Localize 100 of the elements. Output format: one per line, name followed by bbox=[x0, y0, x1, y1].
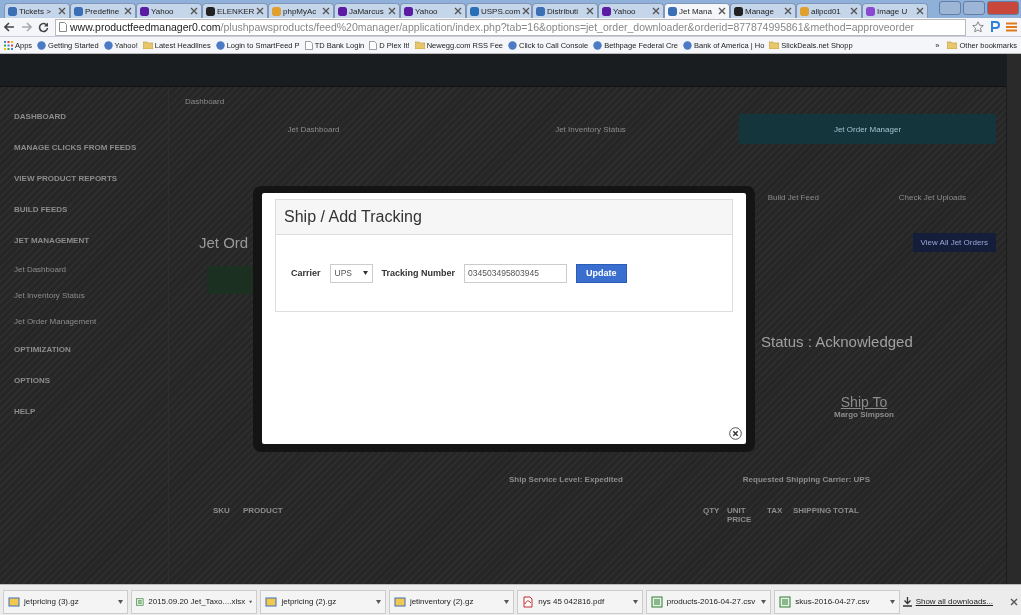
dashboard-tile[interactable]: Jet Order Manager bbox=[739, 114, 996, 144]
caret-icon[interactable] bbox=[375, 599, 381, 604]
caret-icon[interactable] bbox=[118, 599, 124, 604]
download-item[interactable]: skus-2016-04-27.csv bbox=[774, 589, 900, 614]
pdf-file-icon bbox=[522, 595, 535, 608]
sidebar-item[interactable]: Jet Dashboard bbox=[0, 256, 168, 282]
browser-tab[interactable]: JaMarcus bbox=[334, 3, 400, 18]
folder-icon bbox=[769, 41, 780, 49]
caret-icon[interactable] bbox=[249, 599, 253, 604]
show-all-downloads-link[interactable]: Show all downloads... bbox=[915, 597, 993, 606]
download-icon bbox=[902, 596, 912, 607]
field-label: Ship Service Level: bbox=[509, 475, 583, 484]
column-header: SKU bbox=[213, 506, 231, 517]
browser-tab[interactable]: Distributi bbox=[532, 3, 598, 18]
site-icon bbox=[508, 40, 517, 50]
carrier-dropdown[interactable]: UPS bbox=[329, 263, 373, 283]
site-icon bbox=[37, 40, 47, 50]
browser-tab[interactable]: Yahoo bbox=[400, 3, 466, 18]
shortcut-label[interactable]: Check Jet Uploads bbox=[898, 193, 966, 202]
tracking-number-field[interactable]: 034503495803945 bbox=[464, 263, 568, 283]
order-status: Status : Acknowledged bbox=[761, 333, 914, 350]
column-header: SHIPPING bbox=[793, 506, 833, 517]
update-button[interactable]: Update bbox=[576, 263, 627, 283]
field-value: UPS bbox=[853, 475, 870, 484]
sidebar-item[interactable]: Jet Inventory Status bbox=[0, 282, 168, 308]
site-icon bbox=[683, 40, 692, 50]
browser-tab[interactable]: Manage bbox=[730, 3, 796, 18]
caret-icon[interactable] bbox=[632, 599, 638, 604]
sidebar-item[interactable]: Jet Order Management bbox=[0, 308, 168, 334]
caret-icon[interactable] bbox=[761, 599, 767, 604]
close-icon[interactable] bbox=[1010, 597, 1018, 606]
ship-to-heading: Ship To bbox=[840, 394, 888, 410]
reload-icon[interactable] bbox=[38, 21, 49, 33]
sidebar-item[interactable]: BUILD FEEDS bbox=[0, 194, 168, 225]
page-icon bbox=[59, 22, 67, 32]
browser-tab[interactable]: Jet Mana bbox=[664, 3, 730, 18]
scrollbar[interactable] bbox=[1006, 54, 1021, 584]
spreadsheet-file-icon bbox=[136, 595, 145, 608]
caret-icon[interactable] bbox=[504, 599, 510, 604]
close-icon[interactable] bbox=[729, 427, 742, 440]
archive-file-icon bbox=[265, 595, 278, 608]
back-icon[interactable] bbox=[4, 22, 15, 32]
archive-file-icon bbox=[8, 595, 20, 608]
browser-tab[interactable]: Image U bbox=[862, 3, 928, 18]
download-item[interactable]: jetinventory (2).gz bbox=[388, 589, 515, 614]
address-bar[interactable]: www.productfeedmanager0.com/plushpawsproducts/feed%20manager/application/index.php?tab=16&options=jet_order_downloader&orderid=877874995861&method=approveorder bbox=[55, 18, 966, 36]
browser-tab[interactable]: Tickets > bbox=[4, 3, 70, 18]
browser-tab[interactable]: Predefine bbox=[70, 3, 136, 18]
caret-icon[interactable] bbox=[889, 599, 895, 604]
field-label: Requested Shipping Carrier: bbox=[742, 475, 852, 484]
customer-name: Margo Simpson bbox=[834, 410, 894, 419]
sidebar-item[interactable]: HELP bbox=[0, 396, 168, 427]
site-icon bbox=[215, 40, 225, 50]
sidebar-item[interactable]: JET MANAGEMENT bbox=[0, 225, 168, 256]
browser-tab[interactable]: ELENKER bbox=[202, 3, 268, 18]
archive-file-icon bbox=[393, 595, 406, 608]
shortcut-label[interactable]: Build Jet Feed bbox=[767, 193, 819, 202]
browser-tab[interactable]: Yahoo bbox=[136, 3, 202, 18]
column-header: TOTAL bbox=[833, 506, 860, 517]
sidebar-item[interactable]: VIEW PRODUCT REPORTS bbox=[0, 163, 168, 194]
breadcrumb[interactable]: Dashboard bbox=[185, 97, 996, 106]
folder-icon bbox=[414, 41, 425, 49]
apps-grid-icon bbox=[4, 40, 13, 50]
spreadsheet-file-icon bbox=[650, 595, 663, 608]
dashboard-tile[interactable]: Jet Inventory Status bbox=[462, 114, 719, 144]
site-icon bbox=[103, 40, 113, 50]
field-label: Carrier bbox=[291, 268, 321, 278]
dialog-title: Ship / Add Tracking bbox=[284, 208, 422, 226]
folder-icon bbox=[947, 41, 958, 49]
browser-tab[interactable]: USPS.com bbox=[466, 3, 532, 18]
field-label: Tracking Number bbox=[381, 268, 456, 278]
download-item[interactable]: jetpricing (3).gz bbox=[3, 589, 129, 614]
download-item[interactable]: nys 45 042816.pdf bbox=[517, 589, 643, 614]
column-header: QTY bbox=[703, 506, 721, 517]
column-header: UNIT PRICE bbox=[727, 506, 753, 524]
site-icon bbox=[593, 40, 603, 50]
column-header: PRODUCT bbox=[243, 506, 284, 517]
download-item[interactable]: jetpricing (2).gz bbox=[260, 589, 386, 614]
page-icon bbox=[304, 40, 313, 50]
download-item[interactable]: 2015.09.20 Jet_Taxo....xlsx bbox=[131, 589, 258, 614]
spreadsheet-file-icon bbox=[779, 595, 792, 608]
page-icon bbox=[369, 40, 378, 50]
browser-tab[interactable]: phpMyAc bbox=[268, 3, 334, 18]
view-all-button[interactable]: View All Jet Orders bbox=[912, 233, 996, 252]
column-header: TAX bbox=[767, 506, 784, 517]
star-icon[interactable] bbox=[972, 21, 984, 33]
sidebar-item[interactable]: OPTIONS bbox=[0, 365, 168, 396]
browser-tab[interactable]: Yahoo bbox=[598, 3, 664, 18]
menu-icon[interactable] bbox=[1006, 22, 1017, 32]
dashboard-tile[interactable]: Jet Dashboard bbox=[185, 114, 442, 144]
sidebar-item[interactable]: DASHBOARD bbox=[0, 101, 168, 132]
extension-icon[interactable] bbox=[990, 21, 1000, 33]
sidebar-item[interactable]: OPTIMIZATION bbox=[0, 334, 168, 365]
download-item[interactable]: products-2016-04-27.csv bbox=[645, 589, 772, 614]
caret-icon bbox=[362, 271, 368, 275]
sidebar-item[interactable]: MANAGE CLICKS FROM FEEDS bbox=[0, 132, 168, 163]
page-heading: Jet Ord bbox=[199, 234, 249, 251]
close-icon[interactable] bbox=[718, 7, 726, 15]
field-value: Expedited bbox=[584, 475, 623, 484]
browser-tab[interactable]: allpcd01 bbox=[796, 3, 862, 18]
